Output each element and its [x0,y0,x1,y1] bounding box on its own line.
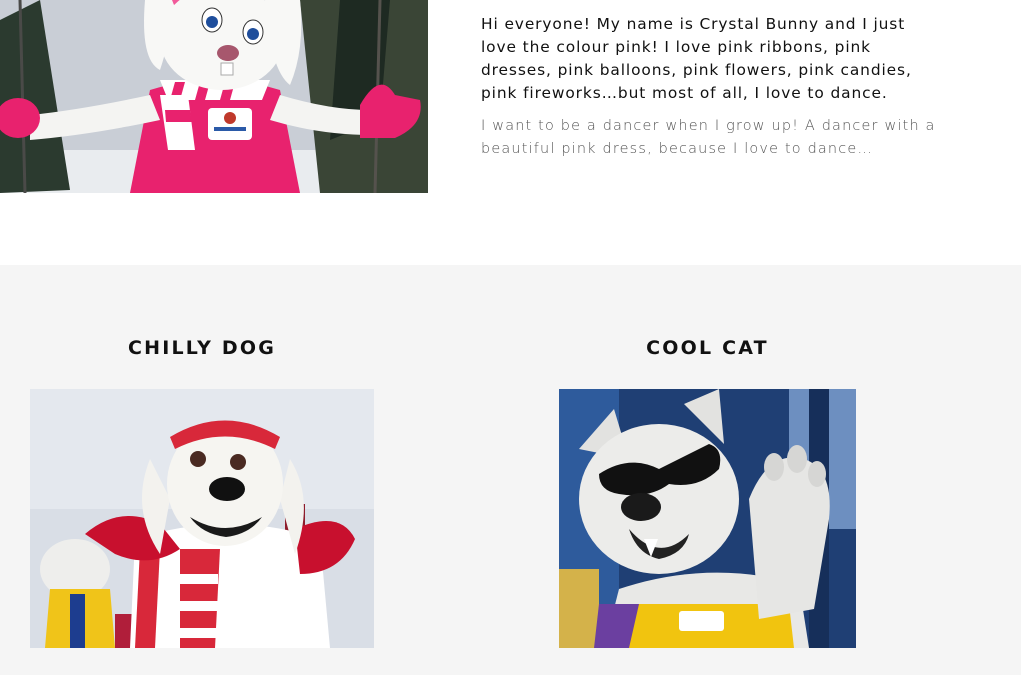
chilly-dog-photo[interactable] [30,389,374,648]
chilly-dog-title: CHILLY DOG [127,337,277,359]
intro-text-block: Hi everyone! My name is Crystal Bunny an… [481,13,941,161]
crystal-bunny-photo [0,0,428,193]
cool-cat-title: COOL CAT [646,337,769,359]
mascots-section: CHILLY DOG COOL CAT [0,265,1021,675]
intro-main-paragraph: Hi everyone! My name is Crystal Bunny an… [481,15,912,102]
cool-cat-photo[interactable] [559,389,856,648]
crystal-bunny-section: Hi everyone! My name is Crystal Bunny an… [0,0,1021,265]
intro-secondary-paragraph: I want to be a dancer when I grow up! A … [481,118,936,157]
